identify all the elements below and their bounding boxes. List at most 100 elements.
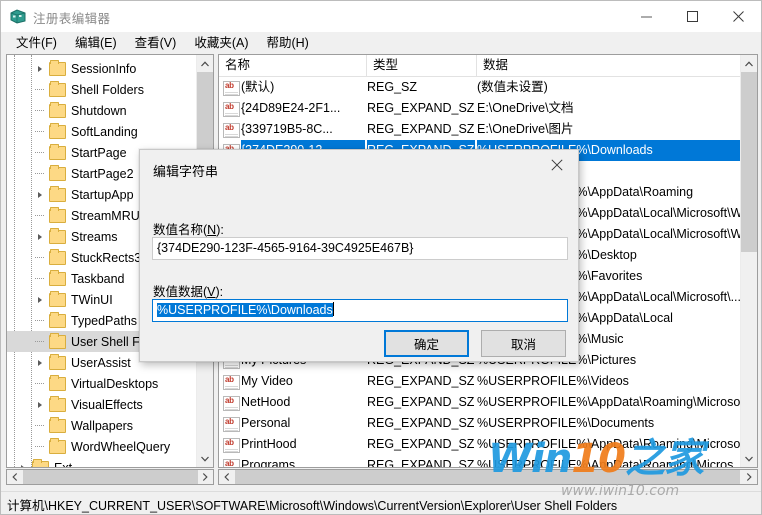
menu-view[interactable]: 查看(V) xyxy=(126,34,186,53)
tree-connector-icon xyxy=(32,373,48,394)
tree-connector-icon xyxy=(32,247,48,268)
list-scrollbar-thumb[interactable] xyxy=(741,72,757,252)
tree-item[interactable]: Ext xyxy=(7,457,199,468)
window-title: 注册表编辑器 xyxy=(33,12,111,26)
table-row[interactable]: ab {339719B5-8C... REG_EXPAND_SZ E:\OneDriv… xyxy=(219,119,757,140)
tree-item[interactable]: SoftLanding xyxy=(7,121,199,142)
list-scroll-up-icon[interactable] xyxy=(741,55,757,72)
tree-horizontal-scrollbar[interactable] xyxy=(6,469,214,485)
list-header: 名称 类型 数据 xyxy=(219,55,757,77)
table-row[interactable]: ab Programs REG_EXPAND_SZ %USERPROFILE%\App… xyxy=(219,455,757,468)
folder-icon xyxy=(48,247,66,268)
table-row[interactable]: ab (默认) REG_SZ (数值未设置) xyxy=(219,77,757,98)
tree-hscroll-right-icon[interactable] xyxy=(197,470,213,484)
tree-scroll-down-icon[interactable] xyxy=(197,450,213,467)
menu-bar: 文件(F) 编辑(E) 查看(V) 收藏夹(A) 帮助(H) xyxy=(1,32,761,54)
table-row[interactable]: ab {24D89E24-2F1... REG_EXPAND_SZ E:\OneDri… xyxy=(219,98,757,119)
chevron-right-icon[interactable] xyxy=(15,457,31,467)
cell-data: %USERPROFILE%\AppData\Roaming\Micros... xyxy=(477,458,744,468)
tree-item[interactable]: SessionInfo xyxy=(7,58,199,79)
minimize-icon xyxy=(640,16,652,18)
folder-icon xyxy=(48,436,66,457)
table-row[interactable]: ab Personal REG_EXPAND_SZ %USERPROFILE%\Doc… xyxy=(219,413,757,434)
chevron-right-icon[interactable] xyxy=(32,352,48,373)
tree-item-label: Ext xyxy=(54,460,73,468)
dialog-close-button[interactable] xyxy=(536,150,578,180)
maximize-button[interactable] xyxy=(669,1,715,32)
string-value-icon: ab xyxy=(223,102,240,117)
tree-item-label: StuckRects3 xyxy=(71,250,142,265)
folder-icon xyxy=(48,331,66,352)
cell-data: %USERPROFILE%\Documents xyxy=(477,416,655,430)
tree-item[interactable]: VirtualDesktops xyxy=(7,373,199,394)
tree-item[interactable]: VisualEffects xyxy=(7,394,199,415)
tree-hscroll-left-icon[interactable] xyxy=(7,470,23,484)
folder-icon xyxy=(48,79,66,100)
folder-icon xyxy=(48,289,66,310)
tree-hscrollbar-thumb[interactable] xyxy=(23,470,198,484)
folder-icon xyxy=(48,100,66,121)
value-data-input[interactable]: %USERPROFILE%\Downloads xyxy=(152,299,568,322)
menu-favorites[interactable]: 收藏夹(A) xyxy=(185,34,257,53)
chevron-right-icon[interactable] xyxy=(32,184,48,205)
list-horizontal-scrollbar[interactable] xyxy=(218,469,758,485)
tree-connector-icon xyxy=(32,436,48,457)
menu-file[interactable]: 文件(F) xyxy=(7,34,66,53)
tree-connector-icon xyxy=(32,331,48,352)
menu-help[interactable]: 帮助(H) xyxy=(257,34,317,53)
menu-edit[interactable]: 编辑(E) xyxy=(66,34,126,53)
tree-item[interactable]: WordWheelQuery xyxy=(7,436,199,457)
list-vertical-scrollbar[interactable] xyxy=(740,55,757,467)
cell-name: Personal xyxy=(241,416,291,430)
chevron-right-icon[interactable] xyxy=(32,226,48,247)
string-value-icon: ab xyxy=(223,459,240,467)
cell-type: REG_SZ xyxy=(367,80,418,94)
column-header-data[interactable]: 数据 xyxy=(477,55,755,76)
tree-connector-icon xyxy=(32,100,48,121)
cell-name: {24D89E24-2F1... xyxy=(241,101,341,115)
tree-item-label: TypedPaths xyxy=(71,313,138,328)
tree-item[interactable]: Shutdown xyxy=(7,100,199,121)
cell-name: (默认) xyxy=(241,80,275,94)
string-value-icon: ab xyxy=(223,396,240,411)
cell-name: NetHood xyxy=(241,395,291,409)
registry-editor-icon xyxy=(10,9,26,24)
folder-icon xyxy=(48,142,66,163)
tree-item-label: StartPage2 xyxy=(71,166,134,181)
tree-item-label: StartupApp xyxy=(71,187,134,202)
value-name-input[interactable]: {374DE290-123F-4565-9164-39C4925E467B} xyxy=(152,237,568,260)
list-scroll-down-icon[interactable] xyxy=(741,450,757,467)
table-row[interactable]: ab My Video REG_EXPAND_SZ %USERPROFILE%\Vid… xyxy=(219,371,757,392)
list-hscrollbar-thumb[interactable] xyxy=(235,470,740,484)
column-header-type[interactable]: 类型 xyxy=(367,55,477,76)
status-bar: 计算机\HKEY_CURRENT_USER\SOFTWARE\Microsoft… xyxy=(1,491,761,514)
table-row[interactable]: ab PrintHood REG_EXPAND_SZ %USERPROFILE%\Ap… xyxy=(219,434,757,455)
ok-button[interactable]: 确定 xyxy=(384,330,469,357)
cell-type: REG_EXPAND_SZ xyxy=(367,374,475,388)
chevron-right-icon[interactable] xyxy=(32,394,48,415)
tree-scroll-up-icon[interactable] xyxy=(197,55,213,72)
cell-type: REG_EXPAND_SZ xyxy=(367,101,475,115)
value-data-selection: %USERPROFILE%\Downloads xyxy=(157,303,333,317)
chevron-right-icon[interactable] xyxy=(32,58,48,79)
table-row[interactable]: ab NetHood REG_EXPAND_SZ %USERPROFILE%\AppD… xyxy=(219,392,757,413)
chevron-right-icon[interactable] xyxy=(32,289,48,310)
folder-icon xyxy=(48,58,66,79)
folder-icon xyxy=(31,457,49,467)
minimize-button[interactable] xyxy=(623,1,669,32)
cancel-button[interactable]: 取消 xyxy=(481,330,566,357)
tree-item-label: Shutdown xyxy=(71,103,127,118)
tree-item[interactable]: Shell Folders xyxy=(7,79,199,100)
tree-connector-icon xyxy=(32,415,48,436)
tree-item[interactable]: Wallpapers xyxy=(7,415,199,436)
list-hscroll-right-icon[interactable] xyxy=(741,470,757,484)
close-button[interactable] xyxy=(715,1,761,32)
list-hscroll-left-icon[interactable] xyxy=(219,470,235,484)
column-header-name[interactable]: 名称 xyxy=(219,55,367,76)
